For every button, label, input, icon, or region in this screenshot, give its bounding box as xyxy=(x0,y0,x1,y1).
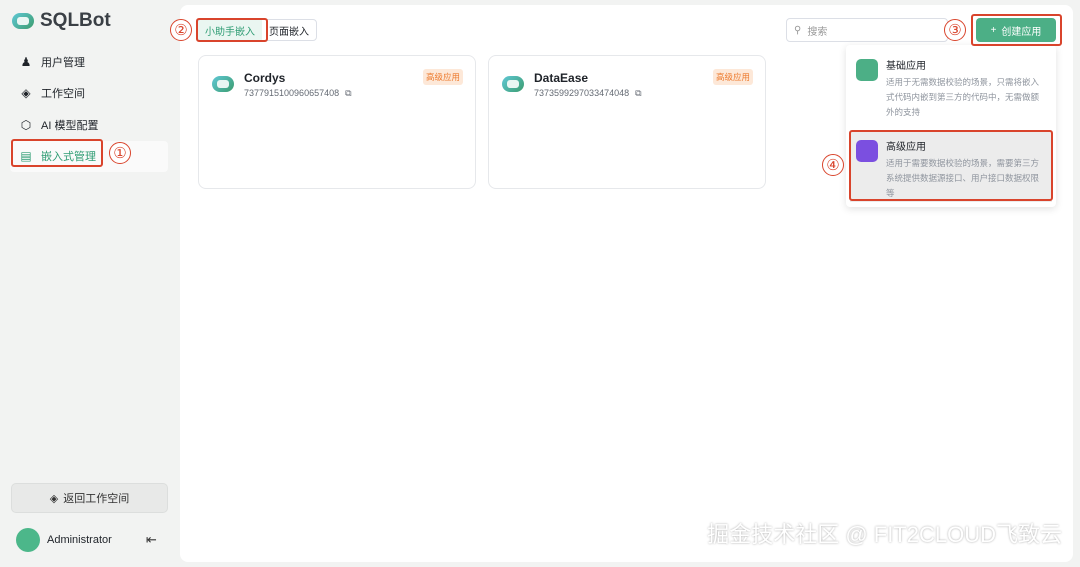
watermark: 掘金技术社区 @ FIT2CLOUD飞致云 xyxy=(707,522,1062,547)
search-input[interactable]: ⚲ 搜索 xyxy=(786,18,948,42)
search-placeholder: 搜索 xyxy=(807,26,828,38)
tab-page-embed[interactable]: 页面嵌入 xyxy=(262,20,316,40)
app-id-value: 7377915100960657408 xyxy=(244,88,340,98)
app-bot-icon xyxy=(212,76,234,92)
app-type-badge: 高级应用 xyxy=(712,69,753,85)
app-id: 7377915100960657408 ⧉ xyxy=(244,88,352,99)
menu-item-desc: 适用于无需数据校验的场景，只需将嵌入式代码内嵌到第三方的代码中，无需做额外的支持 xyxy=(886,77,1040,117)
app-title: SQLBot xyxy=(40,10,111,31)
avatar xyxy=(16,528,40,552)
copy-icon[interactable]: ⧉ xyxy=(345,88,351,99)
layers-icon: ◈ xyxy=(49,492,59,505)
annotation-box-2 xyxy=(196,18,268,42)
sidebar-item-label: AI 模型配置 xyxy=(41,119,99,132)
annotation-number-1: ① xyxy=(109,142,131,164)
app-card[interactable]: Cordys 7377915100960657408 ⧉ 高级应用 xyxy=(198,55,476,189)
layers-icon: ◈ xyxy=(21,86,31,100)
app-type-badge: 高级应用 xyxy=(422,69,463,85)
annotation-box-4 xyxy=(849,130,1053,201)
app-id-value: 7373599297033474048 xyxy=(534,88,630,98)
copy-icon[interactable]: ⧉ xyxy=(635,88,641,99)
user-icon: ♟ xyxy=(20,54,32,69)
app-id: 7373599297033474048 ⧉ xyxy=(534,88,642,99)
app-name: DataEase xyxy=(534,71,589,85)
grid-icon xyxy=(856,59,878,81)
app-name: Cordys xyxy=(244,71,286,85)
sidebar-item-label: 用户管理 xyxy=(41,56,85,69)
annotation-number-3: ③ xyxy=(944,19,966,41)
annotation-box-1 xyxy=(11,139,103,167)
menu-item-title: 基础应用 xyxy=(886,61,926,72)
search-icon: ⚲ xyxy=(794,24,802,36)
sqlbot-logo-icon xyxy=(12,13,34,29)
sidebar-item-workspace[interactable]: ◈ 工作空间 xyxy=(10,78,168,109)
return-workspace-button[interactable]: ◈ 返回工作空间 xyxy=(11,483,168,513)
user-name: Administrator xyxy=(47,534,112,546)
cube-icon: ⬡ xyxy=(20,117,32,132)
return-label: 返回工作空间 xyxy=(63,493,130,505)
sidebar-item-users[interactable]: ♟ 用户管理 xyxy=(10,46,168,77)
sidebar-item-ai-model[interactable]: ⬡ AI 模型配置 xyxy=(10,109,168,140)
menu-item-basic-app[interactable]: 基础应用 适用于无需数据校验的场景，只需将嵌入式代码内嵌到第三方的代码中，无需做… xyxy=(850,51,1052,126)
app-card[interactable]: DataEase 7373599297033474048 ⧉ 高级应用 xyxy=(488,55,766,189)
collapse-sidebar-icon[interactable]: ⇤ xyxy=(146,532,157,548)
annotation-number-4: ④ xyxy=(822,154,844,176)
annotation-box-3 xyxy=(971,14,1062,46)
sidebar-item-label: 工作空间 xyxy=(41,88,85,100)
annotation-number-2: ② xyxy=(170,19,192,41)
app-bot-icon xyxy=(502,76,524,92)
user-profile[interactable]: Administrator xyxy=(16,528,112,552)
app-logo: SQLBot xyxy=(12,10,111,32)
